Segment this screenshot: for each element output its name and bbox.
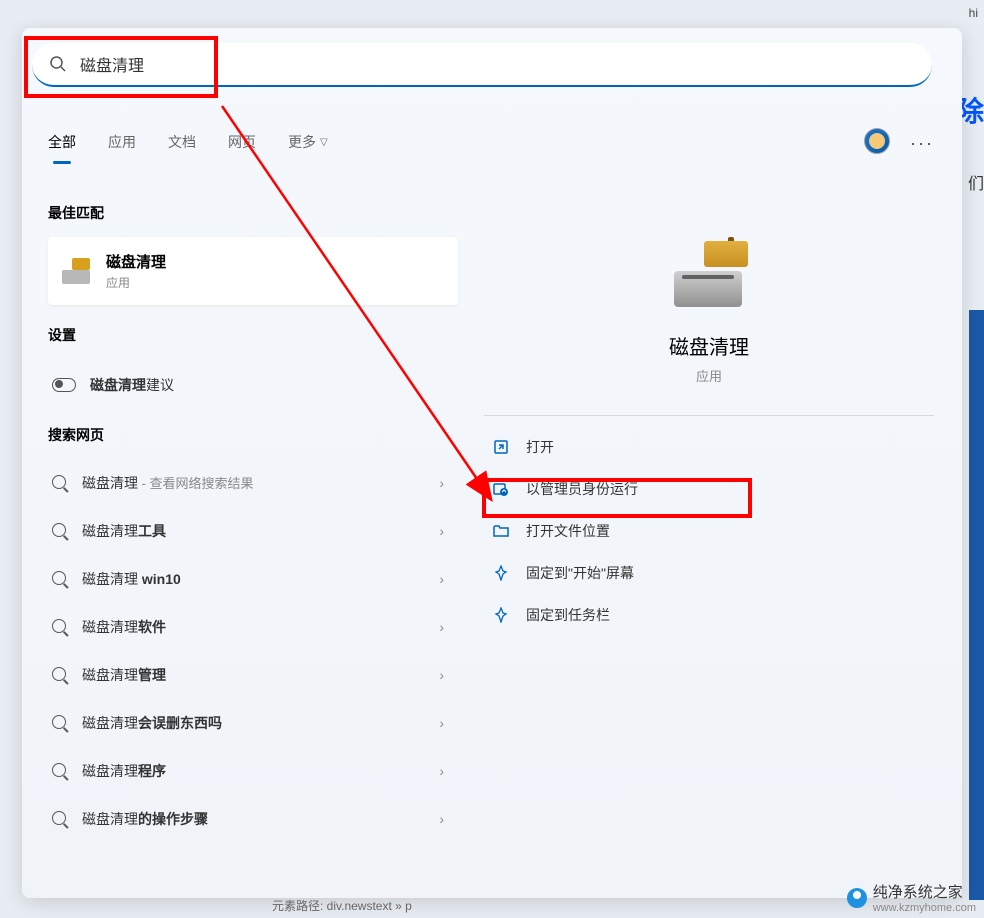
chevron-right-icon: › — [439, 667, 444, 683]
detail-subtitle: 应用 — [484, 366, 934, 385]
search-icon — [52, 571, 68, 587]
search-bar[interactable] — [32, 43, 932, 87]
action-pin-to-start[interactable]: 固定到"开始"屏幕 — [484, 552, 934, 594]
search-icon — [52, 763, 68, 779]
results-left-panel: 最佳匹配 磁盘清理 应用 设置 磁盘清理建议 搜索网页 — [48, 203, 458, 843]
tab-all[interactable]: 全部 — [48, 132, 76, 158]
web-result-label: 磁盘清理管理 — [82, 665, 166, 685]
chevron-down-icon: ▽ — [320, 137, 328, 148]
best-match-result[interactable]: 磁盘清理 应用 — [48, 237, 458, 305]
tab-more[interactable]: 更多 ▽ — [288, 132, 328, 158]
settings-heading: 设置 — [48, 325, 458, 345]
tab-web[interactable]: 网页 — [228, 132, 256, 158]
tab-documents[interactable]: 文档 — [168, 132, 196, 158]
web-result-item[interactable]: 磁盘清理的操作步骤 › — [48, 795, 458, 843]
action-open-label: 打开 — [526, 437, 554, 457]
web-result-label: 磁盘清理的操作步骤 — [82, 809, 208, 829]
web-result-label: 磁盘清理 win10 — [82, 569, 181, 589]
chevron-right-icon: › — [439, 763, 444, 779]
web-result-label: 磁盘清理会误删东西吗 — [82, 713, 222, 733]
web-result-label: 磁盘清理 - 查看网络搜索结果 — [82, 473, 254, 493]
detail-icon-container — [484, 241, 934, 307]
divider — [484, 415, 934, 416]
action-open-file-location[interactable]: 打开文件位置 — [484, 510, 934, 552]
search-icon — [52, 667, 68, 683]
web-result-item[interactable]: 磁盘清理软件 › — [48, 603, 458, 651]
search-input[interactable] — [80, 55, 916, 73]
web-result-item[interactable]: 磁盘清理管理 › — [48, 651, 458, 699]
account-avatar[interactable] — [864, 128, 890, 154]
search-web-heading: 搜索网页 — [48, 425, 458, 445]
search-icon — [52, 475, 68, 491]
more-options-icon[interactable]: ··· — [910, 133, 934, 154]
watermark: 纯净系统之家 www.kzmyhome.com — [847, 881, 976, 914]
search-icon — [48, 54, 68, 74]
web-result-item[interactable]: 磁盘清理 win10 › — [48, 555, 458, 603]
pin-icon — [492, 606, 510, 624]
folder-icon — [492, 522, 510, 540]
action-open[interactable]: 打开 — [484, 426, 934, 468]
setting-item-disk-suggestion[interactable]: 磁盘清理建议 — [48, 361, 458, 409]
best-match-text: 磁盘清理 应用 — [106, 251, 166, 291]
chevron-right-icon: › — [439, 523, 444, 539]
watermark-name: 纯净系统之家 — [873, 881, 976, 902]
search-icon — [52, 523, 68, 539]
action-run-as-admin[interactable]: 以管理员身份运行 — [484, 468, 934, 510]
disk-cleanup-icon — [62, 258, 92, 284]
admin-icon — [492, 480, 510, 498]
chevron-right-icon: › — [439, 715, 444, 731]
web-result-label: 磁盘清理程序 — [82, 761, 166, 781]
best-match-heading: 最佳匹配 — [48, 203, 458, 223]
setting-label: 磁盘清理建议 — [90, 375, 174, 395]
pin-icon — [492, 564, 510, 582]
web-result-label: 磁盘清理工具 — [82, 521, 166, 541]
avatar-inner — [869, 133, 885, 149]
open-icon — [492, 438, 510, 456]
watermark-url: www.kzmyhome.com — [873, 902, 976, 914]
action-pin-to-start-label: 固定到"开始"屏幕 — [526, 563, 634, 583]
chevron-right-icon: › — [439, 571, 444, 587]
action-run-as-admin-label: 以管理员身份运行 — [526, 479, 638, 499]
disk-cleanup-icon-large — [670, 241, 748, 307]
windows-search-panel: 全部 应用 文档 网页 更多 ▽ ··· 最佳匹配 磁盘清理 应用 设置 — [22, 28, 962, 898]
search-icon — [52, 811, 68, 827]
tab-more-label: 更多 — [288, 132, 316, 152]
action-pin-to-taskbar-label: 固定到任务栏 — [526, 605, 610, 625]
search-icon — [52, 715, 68, 731]
web-result-label: 磁盘清理软件 — [82, 617, 166, 637]
web-result-item[interactable]: 磁盘清理 - 查看网络搜索结果 › — [48, 459, 458, 507]
action-pin-to-taskbar[interactable]: 固定到任务栏 — [484, 594, 934, 636]
chevron-right-icon: › — [439, 811, 444, 827]
results-detail-panel: 磁盘清理 应用 打开 以管理员身份运行 打开文件位置 — [484, 203, 934, 636]
web-result-item[interactable]: 磁盘清理工具 › — [48, 507, 458, 555]
best-match-subtitle: 应用 — [106, 274, 166, 291]
search-icon — [52, 619, 68, 635]
background-bottom-text: 元素路径: div.newstext » p — [272, 897, 412, 914]
background-fragment-text: hi — [969, 6, 978, 20]
chevron-right-icon: › — [439, 619, 444, 635]
tab-apps[interactable]: 应用 — [108, 132, 136, 158]
web-result-item[interactable]: 磁盘清理程序 › — [48, 747, 458, 795]
toggle-icon — [52, 378, 76, 392]
watermark-icon — [847, 888, 867, 908]
chevron-right-icon: › — [439, 475, 444, 491]
search-tabs: 全部 应用 文档 网页 更多 ▽ — [48, 132, 328, 158]
action-open-file-location-label: 打开文件位置 — [526, 521, 610, 541]
background-stripe — [969, 310, 984, 900]
detail-title: 磁盘清理 — [484, 331, 934, 360]
best-match-title: 磁盘清理 — [106, 251, 166, 272]
web-result-item[interactable]: 磁盘清理会误删东西吗 › — [48, 699, 458, 747]
background-text-fragment: 们 — [968, 170, 984, 194]
